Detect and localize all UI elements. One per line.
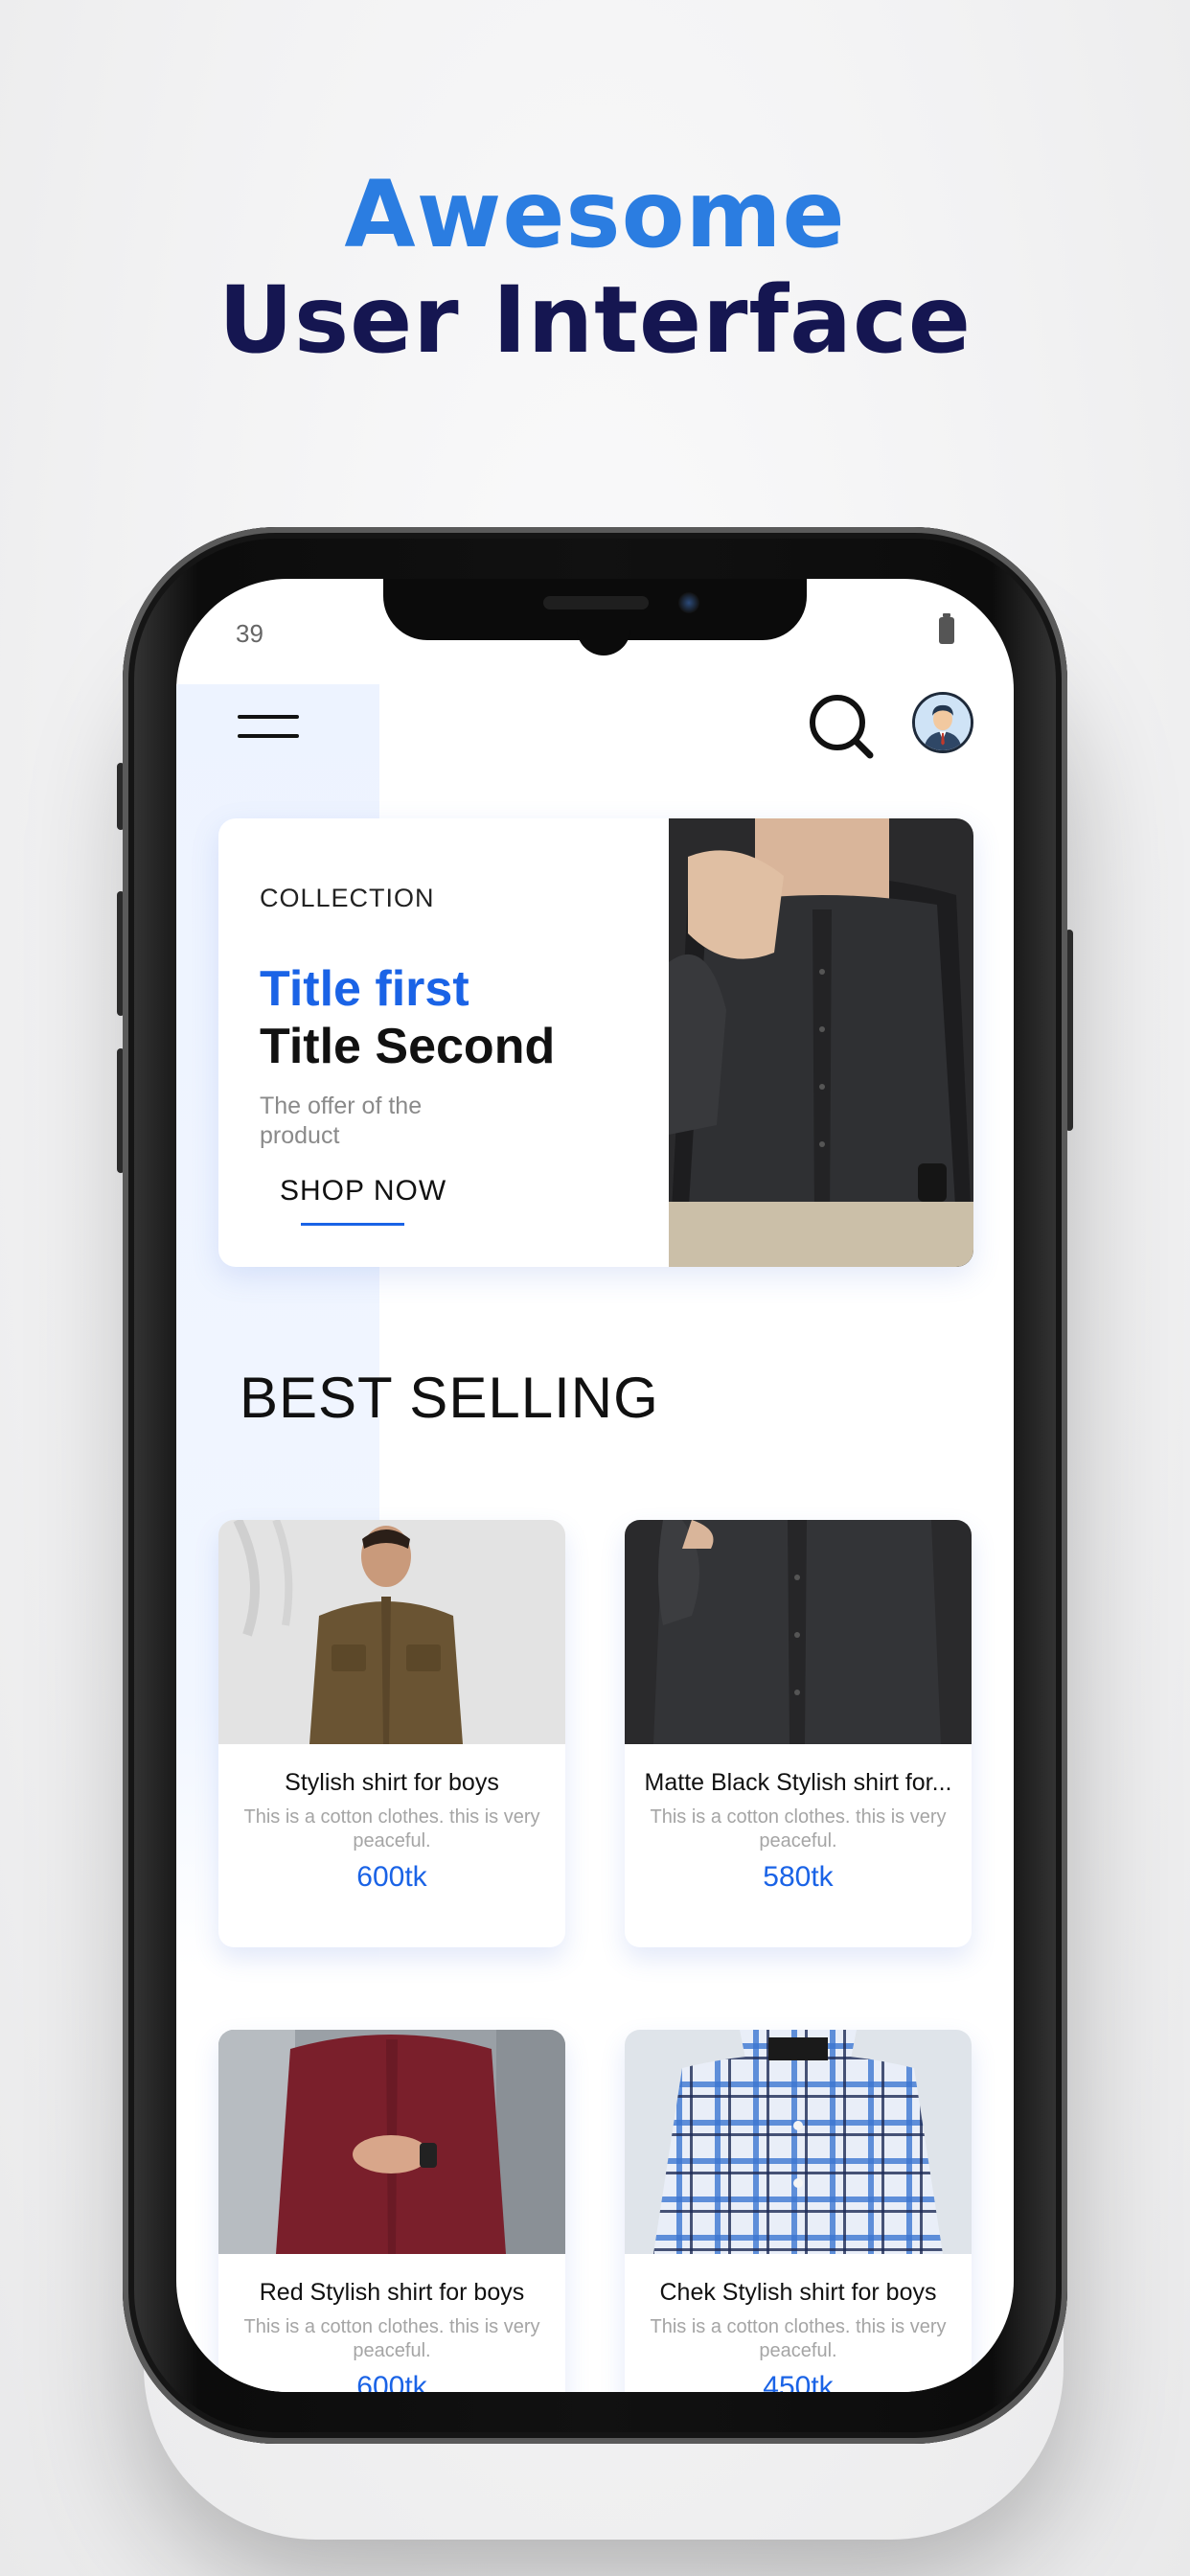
status-time: 39 [236, 619, 263, 648]
product-image [218, 1520, 565, 1744]
hero-title-second: Title Second [260, 1019, 556, 1074]
product-image [625, 2030, 972, 2254]
product-price: 600tk [356, 2371, 427, 2392]
product-title: Matte Black Stylish shirt for... [644, 1769, 952, 1796]
shop-now-button[interactable]: SHOP NOW [280, 1175, 446, 1208]
product-title: Red Stylish shirt for boys [259, 2279, 525, 2306]
headline-line-1: Awesome [344, 161, 846, 268]
headline-line-2: User Interface [218, 266, 972, 374]
hamburger-menu-icon[interactable] [238, 709, 299, 748]
notch-bump [577, 617, 630, 656]
product-title: Stylish shirt for boys [285, 1769, 499, 1796]
hero-banner[interactable]: COLLECTION Title first Title Second The … [218, 818, 973, 1267]
search-icon[interactable] [807, 692, 876, 761]
product-description: This is a cotton clothes. this is very p… [243, 1806, 540, 1852]
product-price: 600tk [356, 1861, 427, 1893]
product-card[interactable]: Chek Stylish shirt for boys This is a co… [625, 2030, 972, 2392]
product-price: 450tk [763, 2371, 834, 2392]
shop-now-underline [301, 1223, 404, 1226]
product-card[interactable]: Stylish shirt for boys This is a cotton … [218, 1520, 565, 1947]
hero-eyebrow: COLLECTION [260, 884, 435, 912]
section-title: BEST SELLING [240, 1366, 659, 1430]
product-description: This is a cotton clothes. this is very p… [243, 2316, 540, 2361]
product-image [625, 1520, 972, 1744]
product-image [218, 2030, 565, 2254]
product-title: Chek Stylish shirt for boys [659, 2279, 937, 2306]
product-description: This is a cotton clothes. this is very p… [650, 1806, 947, 1852]
user-avatar[interactable] [912, 692, 973, 753]
avatar-person-icon [915, 695, 971, 750]
speaker-grille [543, 596, 649, 610]
product-card[interactable]: Red Stylish shirt for boys This is a cot… [218, 2030, 565, 2392]
hero-product-image [669, 818, 973, 1267]
product-card[interactable]: Matte Black Stylish shirt for... This is… [625, 1520, 972, 1947]
product-price: 580tk [763, 1861, 834, 1893]
battery-icon [939, 613, 954, 644]
phone-screen: 39 COLLECTION Title first Title Second T… [176, 579, 1014, 2392]
front-camera-icon [678, 592, 699, 613]
hero-title-first: Title first [260, 961, 469, 1017]
hero-subtitle: The offer of the product [260, 1092, 423, 1149]
product-description: This is a cotton clothes. this is very p… [650, 2316, 947, 2361]
phone-frame: 39 COLLECTION Title first Title Second T… [123, 527, 1067, 2444]
